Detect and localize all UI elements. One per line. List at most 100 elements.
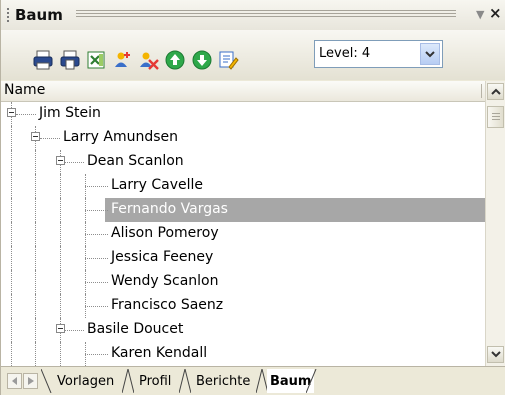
column-header-name[interactable]: Name [1,81,485,102]
collapse-toggle-icon[interactable] [56,324,65,333]
panel-menu-icon[interactable]: ▼ [476,8,484,21]
tab-scroll-right-button[interactable] [23,373,38,389]
tree-node-label: Dean Scanlon [87,153,184,169]
delete-person-button[interactable] [137,48,161,72]
tree-connector-line [85,186,108,187]
print-button[interactable] [31,48,55,72]
print-icon [33,50,53,70]
tree-guide-line [35,294,36,318]
tree-guide-line [35,342,36,366]
tree-guide-line [11,342,12,366]
column-resize-handle[interactable] [481,84,482,98]
panel-title: Baum [15,6,63,24]
arrow-up-icon [165,50,185,70]
export-excel-button[interactable] [84,48,108,72]
print-preview-icon [60,50,80,70]
tab-vorlagen[interactable]: Vorlagen [57,369,114,393]
title-bar-pattern [76,10,456,19]
tree-guide-line [35,174,36,198]
tree-guide-line [11,222,12,246]
collapse-toggle-icon[interactable] [56,156,65,165]
tree-row[interactable]: Jim Stein [1,102,485,126]
tab-label: Profil [139,373,172,389]
tree-guide-line [11,318,12,342]
level-value: Level: 4 [319,46,371,61]
tree-connector-line [40,138,60,139]
edit-icon [219,51,239,70]
scroll-up-button[interactable] [487,83,504,100]
tab-divider [41,369,52,393]
tree-row[interactable]: Jessica Feeney [1,246,485,270]
chevron-up-icon [490,88,501,95]
tree-guide-line [11,246,12,270]
tree-node-label: Francisco Saenz [111,297,224,313]
tree-guide-line [60,174,61,198]
tree-guide-line [11,270,12,294]
tree-row[interactable]: Larry Amundsen [1,126,485,150]
tree-connector-line [65,162,84,163]
tree-row[interactable]: Wendy Scanlon [1,270,485,294]
tree-node-label: Jessica Feeney [111,249,214,265]
tree-guide-line [35,246,36,270]
add-person-button[interactable] [111,48,135,72]
tree-guide-line [35,222,36,246]
tab-berichte[interactable]: Berichte [196,369,250,393]
panel-close-icon[interactable]: × [489,4,502,22]
vertical-scrollbar[interactable] [485,81,505,366]
tree-guide-line [11,294,12,318]
tree-panel: Baum ▼ × Level: 4 Name Jim Stein Larry A… [0,0,505,395]
tab-label: Vorlagen [57,373,115,389]
tab-divider [306,369,317,393]
tree-guide-line [60,270,61,294]
print-preview-button[interactable] [58,48,82,72]
tree-connector-line [16,114,36,115]
tree-guide-line [11,174,12,198]
move-down-button[interactable] [190,48,214,72]
tree-guide-line [11,126,12,150]
level-dropdown[interactable]: Level: 4 [314,40,443,68]
tree-guide-line [35,150,36,174]
tree-row[interactable]: Alison Pomeroy [1,222,485,246]
tree-connector-line [65,330,84,331]
tree-guide-line [60,198,61,222]
tree-node-label: Alison Pomeroy [111,225,219,241]
collapse-toggle-icon[interactable] [31,132,40,141]
tree-row[interactable]: Basile Doucet [1,318,485,342]
tree-guide-line [60,294,61,318]
add-person-icon [115,52,130,67]
tree-row[interactable]: Larry Cavelle [1,174,485,198]
tree-guide-line [11,150,12,174]
tree-guide-line [35,270,36,294]
tree-node-label: Larry Amundsen [63,129,179,145]
tree-row-selected[interactable]: Fernando Vargas [1,198,485,222]
tree-connector-line [85,306,108,307]
export-excel-icon [87,51,105,69]
tree-row[interactable]: Karen Kendall [1,342,485,366]
collapse-toggle-icon[interactable] [7,108,16,117]
tree-node-label: Wendy Scanlon [111,273,219,289]
arrow-down-icon [192,50,212,70]
tree-connector-line [85,234,108,235]
org-tree: Jim Stein Larry Amundsen Dean Scanlon Larry… [1,102,485,366]
tab-profil[interactable]: Profil [139,369,171,393]
tree-guide-line [60,222,61,246]
chevron-down-icon[interactable] [420,43,440,65]
grip-icon [492,113,500,121]
edit-button[interactable] [216,48,240,72]
tree-row[interactable]: Francisco Saenz [1,294,485,318]
chevron-down-icon [490,351,501,358]
tree-guide-line [35,318,36,342]
tab-divider [122,369,134,393]
panel-title-bar[interactable]: Baum ▼ × [1,0,505,30]
scroll-thumb[interactable] [487,106,504,128]
tree-row[interactable]: Dean Scanlon [1,150,485,174]
tree-guide-line [60,246,61,270]
scroll-down-button[interactable] [487,346,504,363]
delete-person-icon [140,52,159,70]
tab-label: Berichte [196,373,251,389]
tree-node-label: Karen Kendall [111,345,208,361]
move-up-button[interactable] [163,48,187,72]
drag-grip-icon[interactable] [7,8,9,22]
tab-scroll-left-button[interactable] [7,373,22,389]
tree-node-label: Basile Doucet [87,321,184,337]
